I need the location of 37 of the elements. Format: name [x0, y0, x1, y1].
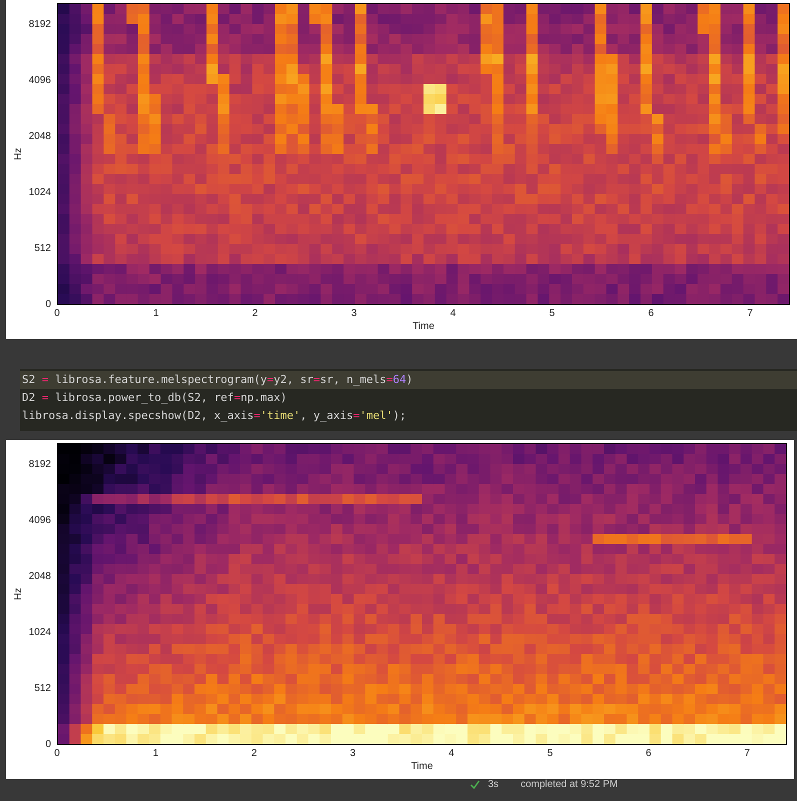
x-tick-label: 3 [350, 748, 356, 760]
y-tick-label: 8192 [28, 459, 52, 471]
x-tick-label: 0 [54, 308, 60, 320]
x-tick-label: 5 [549, 308, 555, 320]
x-tick-label: 4 [450, 308, 456, 320]
x-tick-label: 6 [646, 748, 652, 760]
x-tick-label: 0 [54, 748, 60, 760]
x-tick-label: 3 [351, 308, 357, 320]
y-tick-label: 2048 [28, 131, 52, 143]
x-tick-label: 6 [648, 308, 654, 320]
x-tick-label: 2 [251, 748, 257, 760]
y-tick-label: 512 [34, 243, 52, 255]
y-tick-label: 1024 [28, 627, 52, 639]
x-tick-label: 7 [747, 308, 753, 320]
y-tick-label: 4096 [28, 515, 52, 527]
x-tick-label: 1 [153, 308, 159, 320]
x-axis-label: Time [412, 321, 434, 333]
x-tick-label: 7 [744, 748, 750, 760]
y-axis-label: Hz [13, 148, 26, 160]
x-tick-label: 1 [152, 748, 158, 760]
y-tick-label: 8192 [28, 19, 52, 31]
x-tick-label: 4 [448, 748, 454, 760]
code-line: D2 = librosa.power_to_db(S2, ref=np.max) [21, 390, 288, 406]
y-tick-label: 512 [34, 683, 52, 695]
run-duration: 3s [488, 779, 499, 791]
status-message: completed at 9:52 PM [520, 779, 618, 791]
check-icon [470, 780, 480, 790]
x-tick-label: 2 [252, 308, 258, 320]
y-tick-label: 0 [45, 739, 52, 751]
y-tick-label: 1024 [28, 187, 52, 199]
y-axis-label: Hz [13, 588, 26, 600]
y-tick-label: 2048 [28, 571, 52, 583]
x-axis-label: Time [411, 761, 433, 773]
y-tick-label: 0 [45, 299, 52, 311]
x-tick-label: 5 [547, 748, 553, 760]
code-line: librosa.display.specshow(D2, x_axis='time', y_axis='mel'); [21, 408, 408, 424]
y-tick-label: 4096 [28, 75, 52, 87]
